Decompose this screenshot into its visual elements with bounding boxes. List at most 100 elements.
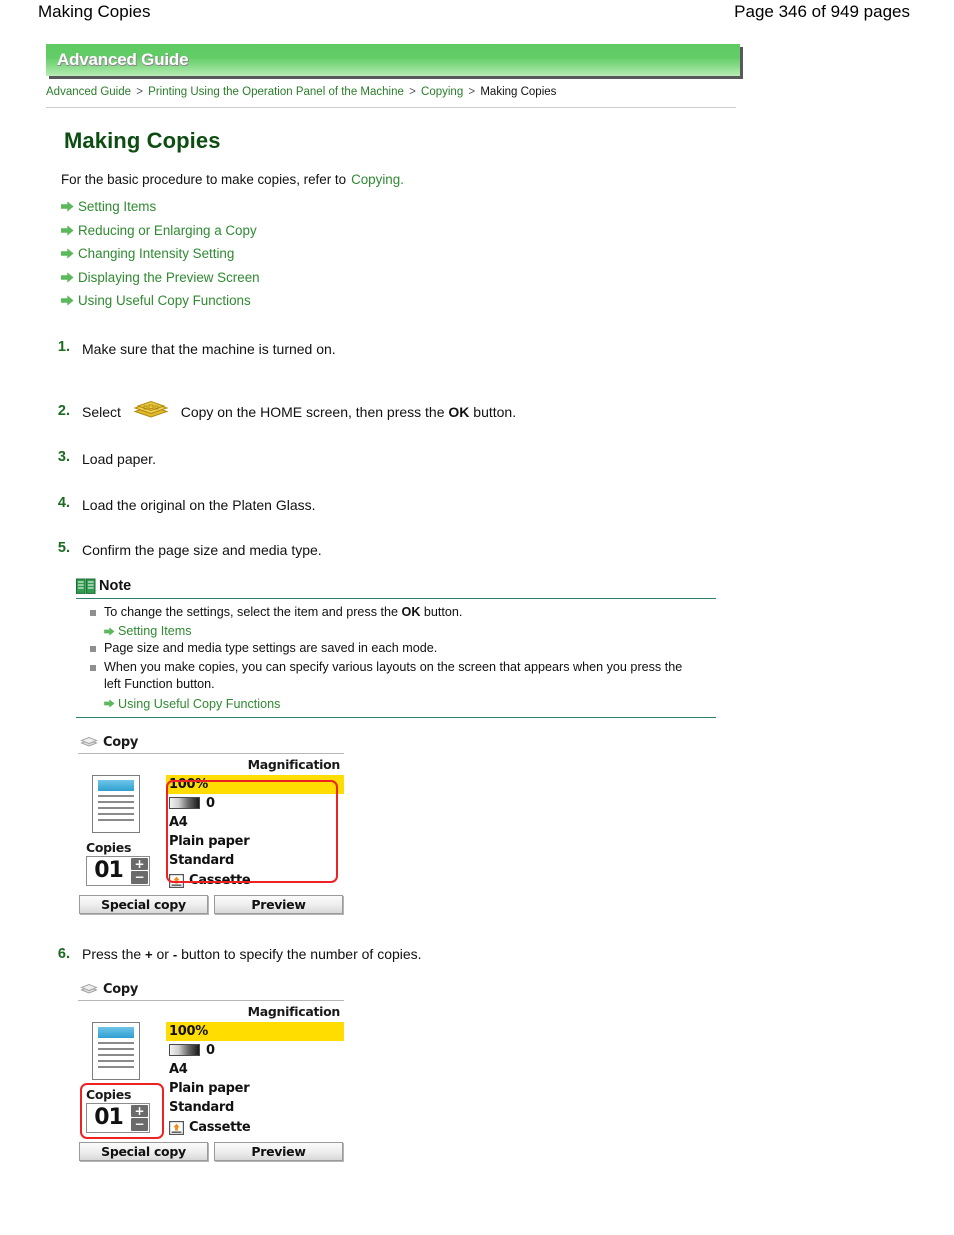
link-row-reducing-or-enlarging-a-copy[interactable]: Reducing or Enlarging a Copy <box>61 219 908 243</box>
breadcrumb-separator: > <box>409 86 416 98</box>
setting-page-size[interactable]: A4 <box>166 813 344 832</box>
stepper-minus-button[interactable]: − <box>131 871 148 884</box>
stepper-plus-button[interactable]: + <box>131 1104 148 1117</box>
note-item: To change the settings, select the item … <box>76 604 716 622</box>
copies-value: 01 <box>94 1104 124 1130</box>
note-sublink-using-useful-copy-functions[interactable]: Using Useful Copy Functions <box>104 695 716 713</box>
page-header: Making Copies Page 346 of 949 pages <box>0 0 954 28</box>
link-label: Displaying the Preview Screen <box>78 269 260 285</box>
banner-label: Advanced Guide <box>57 50 189 69</box>
page-title: Making Copies <box>64 128 221 153</box>
step-text-after: button to specify the number of copies. <box>181 945 422 962</box>
preview-button[interactable]: Preview <box>214 894 343 914</box>
green-arrow-icon <box>61 248 74 259</box>
doc-line <box>98 1065 134 1068</box>
copies-stepper[interactable]: 01 + − <box>86 855 150 886</box>
stepper-buttons[interactable]: + − <box>130 1104 149 1132</box>
step-text: Press the + or - button to specify the n… <box>82 944 422 965</box>
doc-line <box>98 800 134 803</box>
link-label: Setting Items <box>78 199 157 215</box>
link-row-displaying-the-preview-screen[interactable]: Displaying the Preview Screen <box>61 266 908 290</box>
intro-period: . <box>400 172 404 187</box>
link-label: Reducing or Enlarging a Copy <box>78 222 257 238</box>
setting-print-quality[interactable]: Standard <box>166 1098 344 1117</box>
cassette-icon <box>169 873 184 888</box>
step-number: 3. <box>57 448 70 465</box>
step-number: 4. <box>57 494 70 511</box>
document-preview-icon <box>92 1021 140 1080</box>
setting-magnification[interactable]: 100% <box>166 1021 344 1041</box>
green-arrow-icon <box>104 699 115 708</box>
step-number: 2. <box>57 402 70 419</box>
lcd-magnification-label: Magnification <box>247 756 341 772</box>
setting-magnification[interactable]: 100% <box>166 774 344 794</box>
page-number-indicator: Page 346 of 949 pages <box>734 2 910 21</box>
doc-line <box>98 794 134 797</box>
doc-line <box>98 806 134 809</box>
link-row-setting-items[interactable]: Setting Items <box>61 195 908 219</box>
note-sublink-setting-items[interactable]: Setting Items <box>104 622 716 640</box>
step-text: Load paper. <box>82 450 156 467</box>
bullet-icon <box>90 609 96 616</box>
setting-media-type[interactable]: Plain paper <box>166 832 344 851</box>
breadcrumb-item-copying[interactable]: Copying <box>421 86 463 98</box>
paper-source-row[interactable]: Cassette <box>166 1118 344 1138</box>
step-text: Select Copy on the HOME screen, then pre… <box>82 399 516 423</box>
note-item-text: When you make copies, you can specify va… <box>104 659 683 692</box>
intensity-gradient-icon <box>169 1044 200 1056</box>
step-text: Load the original on the Platen Glass. <box>82 496 316 513</box>
special-copy-button[interactable]: Special copy <box>79 1141 208 1161</box>
copy-stack-icon <box>133 400 169 418</box>
plus-button-label: + <box>145 946 153 962</box>
preview-button[interactable]: Preview <box>214 1141 343 1161</box>
lcd-left-column: Copies 01 + − <box>80 1020 166 1138</box>
setting-intensity[interactable]: 0 <box>166 794 344 813</box>
copies-label: Copies <box>86 839 132 855</box>
step-number: 6. <box>57 946 70 962</box>
link-row-changing-intensity-setting[interactable]: Changing Intensity Setting <box>61 242 908 266</box>
breadcrumb-item-advanced-guide[interactable]: Advanced Guide <box>46 86 131 98</box>
copies-stepper[interactable]: 01 + − <box>86 1102 150 1133</box>
breadcrumb-item-printing-using-operation-panel[interactable]: Printing Using the Operation Panel of th… <box>148 86 404 98</box>
intro-text: For the basic procedure to make copies, … <box>61 172 347 187</box>
setting-intensity[interactable]: 0 <box>166 1041 344 1060</box>
doc-header-band <box>98 1026 134 1038</box>
step-text-before: Select <box>82 403 121 420</box>
lcd-right-column: 100% 0 A4 Plain paper Standard Cassette <box>166 1020 344 1138</box>
step-5: 5. Confirm the page size and media type. <box>46 540 908 560</box>
stepper-plus-button[interactable]: + <box>131 857 148 870</box>
ok-button-label: OK <box>448 403 470 420</box>
setting-print-quality[interactable]: Standard <box>166 851 344 870</box>
intro-link-copying[interactable]: Copying <box>351 172 400 187</box>
step-1: 1. Make sure that the machine is turned … <box>46 339 908 359</box>
step-text-middle: Copy on the HOME screen, then press the <box>180 403 445 420</box>
green-arrow-icon <box>61 272 74 283</box>
minus-button-label: - <box>172 946 178 962</box>
special-copy-button[interactable]: Special copy <box>79 894 208 914</box>
note-item-text: Page size and media type settings are sa… <box>104 641 438 655</box>
lcd-function-buttons: Special copy Preview <box>78 894 344 914</box>
stepper-minus-button[interactable]: − <box>131 1118 148 1131</box>
paper-source-row[interactable]: Cassette <box>166 871 344 891</box>
topic-link-list: Setting Items Reducing or Enlarging a Co… <box>61 195 908 313</box>
setting-media-type[interactable]: Plain paper <box>166 1079 344 1098</box>
stepper-buttons[interactable]: + − <box>130 857 149 885</box>
doc-line <box>98 818 134 821</box>
green-arrow-icon <box>61 225 74 236</box>
step-4: 4. Load the original on the Platen Glass… <box>46 495 908 515</box>
document-preview-icon <box>92 774 140 833</box>
copies-value: 01 <box>94 857 124 883</box>
link-row-using-useful-copy-functions[interactable]: Using Useful Copy Functions <box>61 289 908 313</box>
open-book-icon <box>76 578 96 594</box>
link-label: Changing Intensity Setting <box>78 246 235 262</box>
cassette-icon <box>169 1120 184 1135</box>
breadcrumb-divider <box>46 107 736 108</box>
green-arrow-icon <box>61 295 74 306</box>
note-body: To change the settings, select the item … <box>76 599 716 717</box>
lcd-right-column: 100% 0 A4 Plain paper Standard Cassette <box>166 773 344 891</box>
step-text-or: or <box>156 945 169 962</box>
note-title: Note <box>99 578 132 594</box>
setting-page-size[interactable]: A4 <box>166 1060 344 1079</box>
note-item: When you make copies, you can specify va… <box>76 659 716 694</box>
page-header-title: Making Copies <box>38 2 151 21</box>
